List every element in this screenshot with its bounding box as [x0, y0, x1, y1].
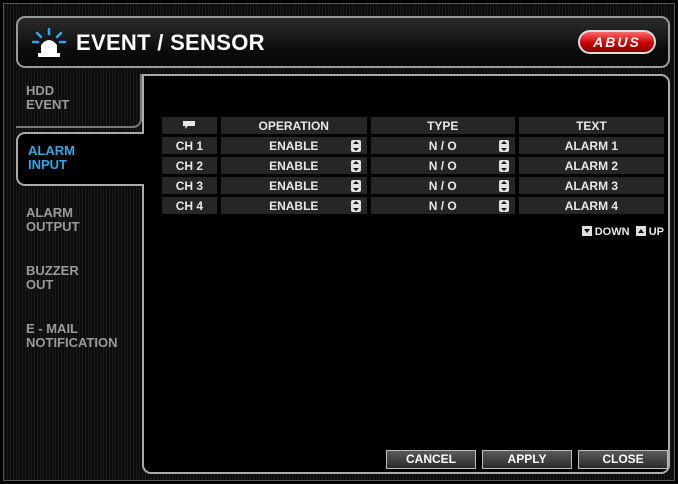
- spin-updown-icon[interactable]: [498, 200, 509, 212]
- column-header-channel: [162, 117, 217, 134]
- operation-select[interactable]: ENABLE: [220, 177, 367, 194]
- spin-updown-icon[interactable]: [498, 180, 509, 192]
- sidebar-item-label: NOTIFICATION: [26, 335, 118, 350]
- sidebar-item-label: OUTPUT: [26, 219, 80, 234]
- channel-label: CH 4: [162, 197, 217, 214]
- sidebar-item-alarm-output[interactable]: ALARM OUTPUT: [16, 196, 142, 250]
- main-window: EVENT / SENSOR ABUS HDD EVENT ALARM INPU…: [3, 3, 675, 481]
- spin-updown-icon[interactable]: [350, 160, 361, 172]
- column-header-text: TEXT: [518, 117, 664, 134]
- sidebar-item-label: E - MAIL: [26, 321, 78, 336]
- down-arrow-icon[interactable]: [581, 226, 592, 236]
- cancel-button[interactable]: CANCEL: [386, 450, 476, 469]
- header-bar: EVENT / SENSOR ABUS: [16, 16, 670, 68]
- brand-logo: ABUS: [578, 30, 656, 54]
- sidebar-item-alarm-input[interactable]: ALARM INPUT: [16, 132, 144, 186]
- sidebar-item-label: BUZZER: [26, 263, 79, 278]
- table-row: CH 2 ENABLE N / O ALARM 2: [162, 157, 664, 174]
- sidebar-item-label: ALARM: [28, 143, 75, 158]
- up-label[interactable]: UP: [649, 226, 664, 238]
- table-header-row: OPERATION TYPE TEXT: [162, 117, 664, 134]
- table-row: CH 4 ENABLE N / O ALARM 4: [162, 197, 664, 214]
- page-title: EVENT / SENSOR: [76, 30, 265, 55]
- spin-updown-icon[interactable]: [498, 140, 509, 152]
- type-select[interactable]: N / O: [370, 197, 515, 214]
- text-field[interactable]: ALARM 1: [518, 137, 664, 154]
- text-field[interactable]: ALARM 3: [518, 177, 664, 194]
- type-value: N / O: [428, 138, 457, 153]
- text-field[interactable]: ALARM 2: [518, 157, 664, 174]
- spin-updown-icon[interactable]: [350, 180, 361, 192]
- sidebar-item-label: ALARM: [26, 205, 73, 220]
- sidebar-item-label: EVENT: [26, 97, 70, 112]
- channel-label: CH 2: [162, 157, 217, 174]
- sidebar: HDD EVENT ALARM INPUT ALARM OUTPUT BUZZE…: [16, 74, 144, 464]
- type-select[interactable]: N / O: [370, 177, 515, 194]
- close-button[interactable]: CLOSE: [578, 450, 668, 469]
- table-row: CH 3 ENABLE N / O ALARM 3: [162, 177, 664, 194]
- sidebar-item-label: INPUT: [28, 157, 67, 172]
- column-header-type: TYPE: [370, 117, 515, 134]
- sidebar-item-label: OUT: [26, 277, 54, 292]
- alarm-input-table: OPERATION TYPE TEXT CH 1 ENABLE N / O AL…: [158, 114, 668, 217]
- channel-label: CH 1: [162, 137, 217, 154]
- column-header-operation: OPERATION: [220, 117, 367, 134]
- sidebar-item-buzzer-out[interactable]: BUZZER OUT: [16, 254, 142, 308]
- apply-button[interactable]: APPLY: [482, 450, 572, 469]
- type-value: N / O: [428, 198, 457, 213]
- channel-label: CH 3: [162, 177, 217, 194]
- spin-updown-icon[interactable]: [498, 160, 509, 172]
- page-nav: DOWN UP: [581, 226, 664, 238]
- sidebar-item-hdd-event[interactable]: HDD EVENT: [16, 74, 142, 128]
- operation-select[interactable]: ENABLE: [220, 197, 367, 214]
- spin-updown-icon[interactable]: [350, 140, 361, 152]
- type-select[interactable]: N / O: [370, 157, 515, 174]
- speech-bubble-icon: [183, 120, 196, 129]
- operation-value: ENABLE: [269, 138, 319, 153]
- up-arrow-icon[interactable]: [635, 226, 646, 236]
- text-field[interactable]: ALARM 4: [518, 197, 664, 214]
- spin-updown-icon[interactable]: [350, 200, 361, 212]
- operation-value: ENABLE: [269, 178, 319, 193]
- operation-select[interactable]: ENABLE: [220, 137, 367, 154]
- operation-value: ENABLE: [269, 158, 319, 173]
- content-panel: OPERATION TYPE TEXT CH 1 ENABLE N / O AL…: [142, 74, 670, 474]
- type-value: N / O: [428, 178, 457, 193]
- type-value: N / O: [428, 158, 457, 173]
- down-label[interactable]: DOWN: [595, 226, 630, 238]
- type-select[interactable]: N / O: [370, 137, 515, 154]
- sidebar-item-email-notification[interactable]: E - MAIL NOTIFICATION: [16, 312, 142, 366]
- table-row: CH 1 ENABLE N / O ALARM 1: [162, 137, 664, 154]
- operation-select[interactable]: ENABLE: [220, 157, 367, 174]
- operation-value: ENABLE: [269, 198, 319, 213]
- sidebar-item-label: HDD: [26, 83, 55, 98]
- alarm-siren-icon: [32, 28, 66, 57]
